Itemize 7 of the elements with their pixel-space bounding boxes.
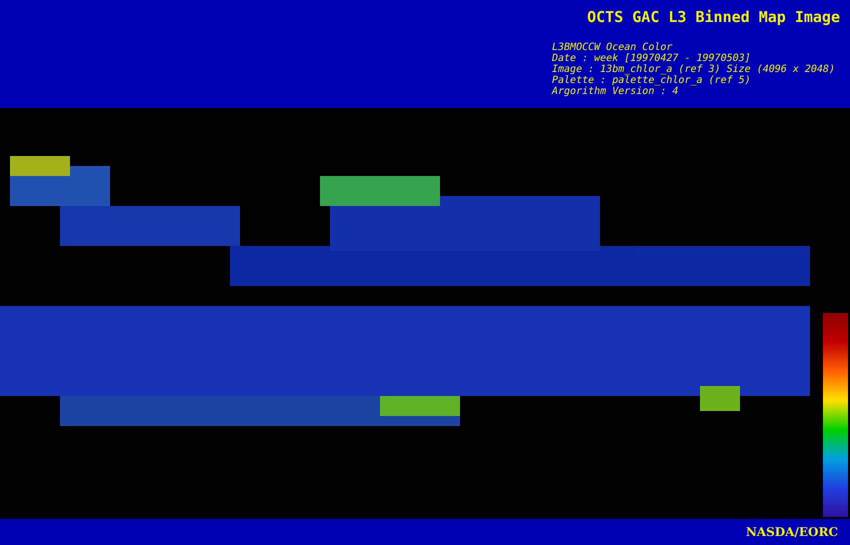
info-line: Date : week [19970427 - 19970503] (552, 53, 752, 64)
info-line: Argorithm Version : 4 (552, 86, 680, 97)
credit-text: NASDA/EORC (746, 524, 838, 541)
page-title: OCTS GAC L3 Binned Map Image (587, 7, 840, 28)
info-line: Image : 13bm_chlor_a (ref 3) Size (4096 x 2048) (552, 64, 835, 75)
info-line: L3BMOCCW Ocean Color (552, 42, 674, 53)
info-line: Palette : palette_chlor_a (ref 5) (552, 75, 752, 86)
